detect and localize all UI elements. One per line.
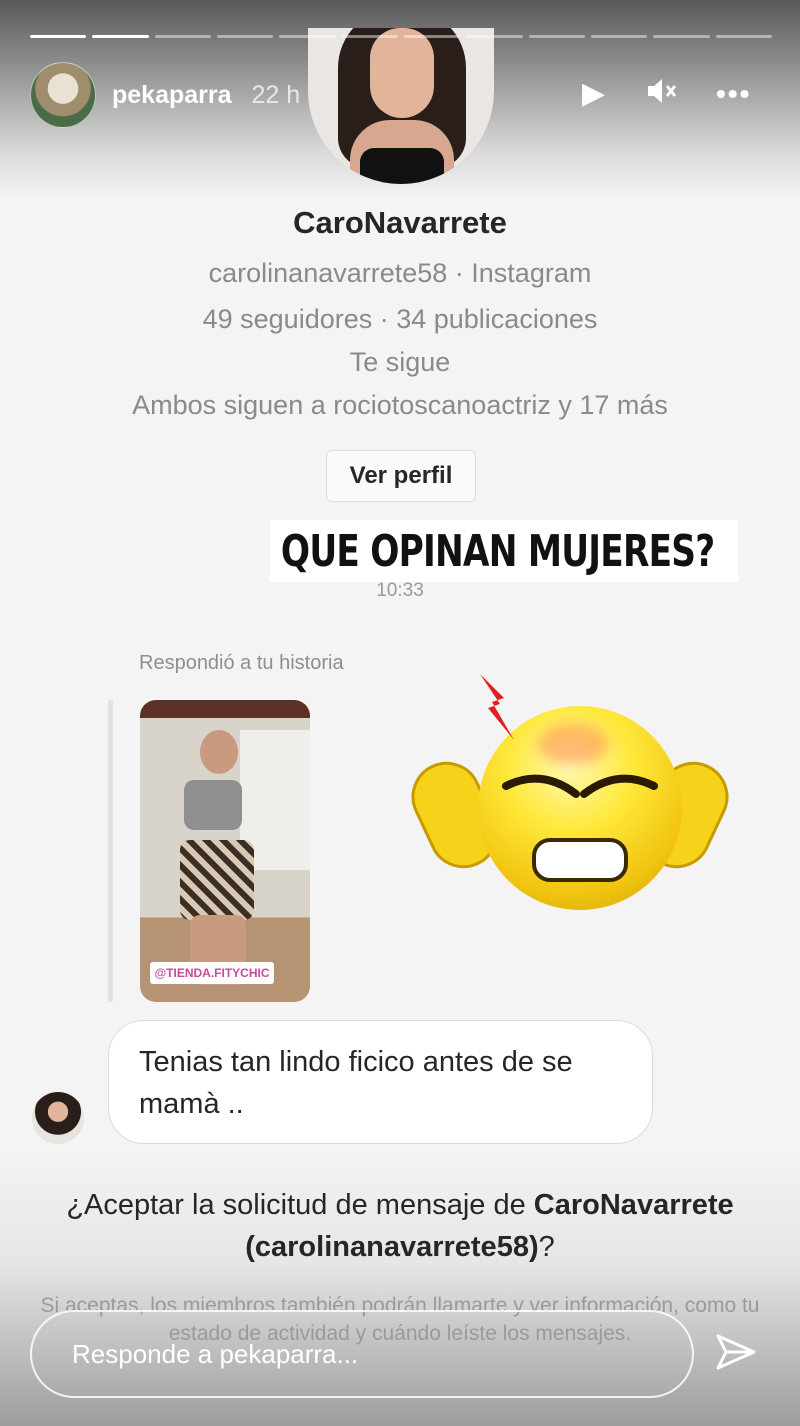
requester-name: CaroNavarrete (533, 1189, 734, 1221)
story-progress-segment (466, 35, 523, 38)
story-progress-segment (92, 35, 149, 38)
mute-icon[interactable] (644, 74, 678, 119)
sender-avatar[interactable] (32, 1092, 84, 1144)
reply-input[interactable]: Responde a pekaparra... (30, 1310, 694, 1398)
message-request-question: ¿Aceptar la solicitud de mensaje de Caro… (0, 1184, 800, 1268)
view-profile-button[interactable]: Ver perfil (326, 450, 476, 502)
story-progress-segment (216, 35, 274, 38)
story-progress-segment (341, 35, 398, 38)
story-progress-segment (715, 35, 772, 38)
story-progress-segment (528, 35, 585, 38)
story-age: 22 h (251, 80, 301, 109)
send-icon[interactable] (714, 1330, 758, 1374)
story-progress-segment (653, 35, 710, 38)
emoji-brows (502, 774, 658, 798)
story-thumbnail[interactable]: @TIENDA.FITYCHIC (140, 700, 310, 1002)
story-progress-segment (154, 35, 211, 38)
profile-stats-line: 49 seguidores · 34 publicaciones (202, 304, 598, 334)
story-progress-segment (403, 35, 461, 38)
profile-display-name: CaroNavarrete (293, 205, 507, 240)
profile-handle-line: carolinanavarrete58 · Instagram (208, 258, 592, 288)
story-progress-segment (590, 35, 648, 38)
profile-follows-line: Te sigue (349, 347, 451, 377)
emoji-mouth (532, 838, 628, 882)
question-prefix: ¿Aceptar la solicitud de mensaje de (66, 1189, 534, 1221)
profile-mutual-line: Ambos siguen a rociotoscanoactriz y 17 m… (132, 390, 668, 420)
reply-quote-bar (108, 700, 113, 1002)
story-header: pekaparra 22 h ▶ ••• (30, 62, 770, 128)
story-thumbnail-tag: @TIENDA.FITYCHIC (150, 962, 274, 984)
story-text-sticker: QUE OPINAN MUJERES? (270, 520, 738, 582)
lightning-bolt-icon (480, 674, 514, 740)
requester-handle: (carolinanavarrete58) (245, 1231, 539, 1263)
message-bubble: Tenias tan lindo ficico antes de se mamà… (108, 1020, 653, 1144)
story-progress-segment (30, 35, 87, 38)
story-username[interactable]: pekaparra (112, 81, 232, 110)
message-timestamp: 10:33 (376, 580, 424, 601)
story-progress-bar (30, 35, 772, 39)
story-author-avatar[interactable] (30, 62, 96, 128)
question-suffix: ? (538, 1231, 555, 1263)
more-icon[interactable]: ••• (716, 74, 751, 114)
play-icon[interactable]: ▶ (582, 74, 605, 114)
replied-to-story-label: Respondió a tu historia (139, 652, 344, 674)
story-progress-segment (279, 35, 336, 38)
